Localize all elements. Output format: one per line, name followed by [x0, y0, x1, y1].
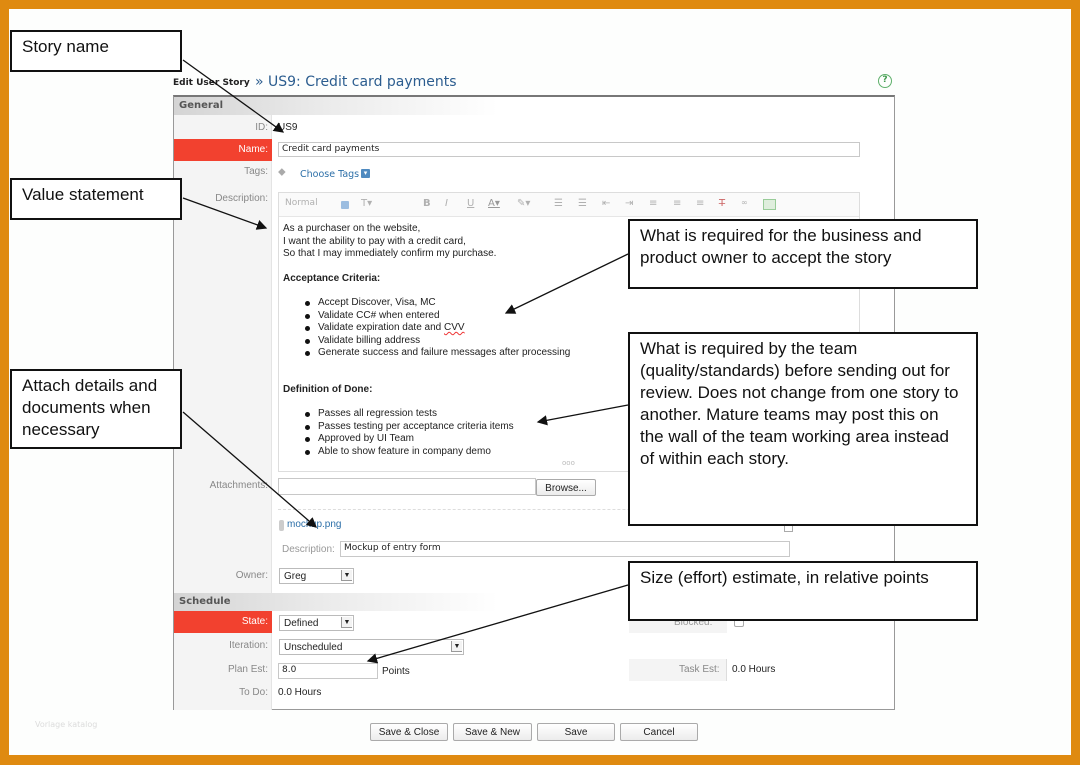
format-select[interactable]: Normal: [285, 198, 318, 208]
underline-icon[interactable]: U: [467, 198, 474, 209]
callout-definition-of-done: What is required by the team (quality/st…: [628, 332, 978, 526]
name-input[interactable]: Credit card payments: [278, 142, 860, 157]
chevron-down-icon: ▼: [341, 617, 352, 628]
resize-handle[interactable]: ooo: [562, 459, 575, 467]
attachments-label: Attachments:: [209, 480, 268, 491]
save-new-button[interactable]: Save & New: [453, 723, 532, 741]
value-statement-line: So that I may immediately confirm my pur…: [283, 248, 497, 259]
iteration-label: Iteration:: [229, 640, 268, 651]
link-icon[interactable]: ∞: [741, 198, 748, 207]
browse-button[interactable]: Browse...: [536, 479, 596, 496]
list-item: Validate billing address: [305, 335, 570, 348]
task-est-label: Task Est:: [679, 664, 720, 675]
image-icon[interactable]: [763, 199, 776, 210]
callout-estimate: Size (effort) estimate, in relative poin…: [628, 561, 978, 621]
iteration-value: Unscheduled: [284, 642, 343, 653]
chevron-down-icon: ▼: [341, 570, 352, 581]
id-label: ID:: [255, 122, 268, 133]
save-button[interactable]: Save: [537, 723, 615, 741]
iteration-select[interactable]: Unscheduled ▼: [279, 639, 464, 655]
list-item: Passes testing per acceptance criteria i…: [305, 421, 570, 434]
value-statement-line: As a purchaser on the website,: [283, 223, 421, 234]
editor-content[interactable]: As a purchaser on the website, I want th…: [283, 223, 570, 458]
acceptance-list: Accept Discover, Visa, MC Validate CC# w…: [305, 297, 570, 360]
attachment-description-input[interactable]: Mockup of entry form: [340, 541, 790, 557]
list-item: Able to show feature in company demo: [305, 446, 570, 459]
state-label: State:: [174, 611, 272, 633]
dod-list: Passes all regression tests Passes testi…: [305, 408, 570, 458]
chevron-down-icon[interactable]: ▾: [361, 169, 370, 178]
owner-value: Greg: [284, 571, 307, 582]
format-dropdown-icon[interactable]: [341, 201, 349, 209]
list-item: Validate expiration date and CVV: [305, 322, 570, 335]
list-item-text: Validate expiration date and: [318, 322, 445, 333]
indent-icon[interactable]: ⇥: [625, 198, 633, 209]
owner-select[interactable]: Greg ▼: [279, 568, 354, 584]
bullet-list-icon[interactable]: ☰: [578, 198, 587, 209]
clear-format-icon[interactable]: T̶: [719, 198, 725, 209]
label-column: [174, 115, 272, 593]
section-general-header: General: [174, 97, 894, 115]
save-close-button[interactable]: Save & Close: [370, 723, 448, 741]
choose-tags-link[interactable]: Choose Tags: [300, 169, 359, 180]
help-icon[interactable]: ?: [878, 74, 892, 88]
dod-heading: Definition of Done:: [283, 383, 373, 395]
highlight-icon[interactable]: ✎▾: [517, 198, 530, 209]
tag-icon: ⬥: [278, 165, 286, 178]
chevron-down-icon: ▼: [451, 641, 462, 652]
plan-est-label: Plan Est:: [227, 664, 268, 675]
attachment-file-input[interactable]: [278, 478, 536, 495]
italic-icon[interactable]: I: [445, 198, 448, 209]
value-statement-line: I want the ability to pay with a credit …: [283, 235, 466, 247]
task-est-value: 0.0 Hours: [732, 664, 776, 675]
numbered-list-icon[interactable]: ☰: [554, 198, 563, 209]
list-item: Passes all regression tests: [305, 408, 570, 421]
align-center-icon[interactable]: ≡: [673, 198, 681, 209]
callout-value-statement: Value statement: [10, 178, 182, 220]
callout-acceptance: What is required for the business and pr…: [628, 219, 978, 289]
breadcrumb-label: Edit User Story: [173, 78, 250, 88]
description-label: Description:: [215, 193, 268, 204]
name-label: Name:: [174, 139, 272, 161]
spellcheck-word: CVV: [444, 322, 465, 333]
plan-est-unit: Points: [382, 666, 410, 677]
bold-icon[interactable]: B: [423, 198, 431, 209]
watermark: Vorlage katalog: [35, 720, 98, 729]
callout-attach: Attach details and documents when necess…: [10, 369, 182, 449]
font-size-icon[interactable]: T▾: [361, 198, 372, 209]
id-value: US9: [278, 122, 298, 133]
plan-est-input[interactable]: 8.0: [278, 663, 378, 679]
attachment-link[interactable]: mockup.png: [287, 519, 341, 530]
list-item: Generate success and failure messages af…: [305, 347, 570, 360]
todo-label: To Do:: [239, 687, 268, 698]
align-left-icon[interactable]: ≡: [649, 198, 657, 209]
page-title: » US9: Credit card payments: [255, 74, 457, 90]
list-item: Approved by UI Team: [305, 433, 570, 446]
list-item: Validate CC# when entered: [305, 310, 570, 323]
paperclip-icon: [279, 520, 284, 531]
acceptance-heading: Acceptance Criteria:: [283, 272, 381, 284]
editor-toolbar: Normal T▾ B I U A▾ ✎▾ ☰ ☰ ⇤ ⇥ ≡ ≡ ≡ T̶ ∞: [279, 193, 859, 217]
tags-label: Tags:: [244, 166, 268, 177]
outdent-icon[interactable]: ⇤: [602, 198, 610, 209]
text-color-icon[interactable]: A▾: [488, 198, 500, 209]
list-item: Accept Discover, Visa, MC: [305, 297, 570, 310]
align-right-icon[interactable]: ≡: [696, 198, 704, 209]
cancel-button[interactable]: Cancel: [620, 723, 698, 741]
owner-label: Owner:: [235, 570, 268, 581]
state-select[interactable]: Defined ▼: [279, 615, 354, 631]
attachment-description-label: Description:: [282, 544, 335, 555]
todo-value: 0.0 Hours: [278, 687, 322, 698]
state-value: Defined: [284, 618, 319, 629]
delete-attachment-icon[interactable]: [784, 525, 793, 532]
callout-story-name: Story name: [10, 30, 182, 72]
